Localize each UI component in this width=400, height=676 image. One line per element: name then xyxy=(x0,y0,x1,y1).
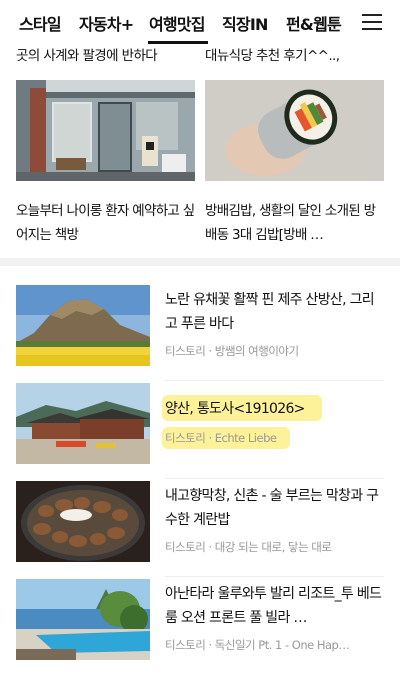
list-item[interactable]: 노란 유채꽃 활짝 핀 제주 산방산, 그리고 푸른 바다 티스토리 · 방쌤의… xyxy=(16,285,384,381)
top-nav: 스타일 자동차+ 여행맛집 직장IN 펀&웹툰 xyxy=(0,0,400,44)
item-title[interactable]: 양산, 통도사<191026> xyxy=(165,397,383,421)
item-source: 티스토리 · Echte Liebe xyxy=(165,431,277,445)
section-separator xyxy=(0,258,400,266)
row-divider xyxy=(165,478,384,479)
gimbap-thumbnail[interactable] xyxy=(205,80,384,181)
makchang-thumbnail xyxy=(16,481,150,562)
list-item[interactable]: 내고향막창, 신촌 - 술 부르는 막창과 구수한 계란밥 티스토리 · 대강 … xyxy=(16,481,384,577)
sanbangsan-thumbnail xyxy=(16,285,150,366)
bali-resort-thumbnail xyxy=(16,579,150,660)
item-source: 티스토리 · 방쌤의 여행이야기 xyxy=(165,344,299,358)
tab-auto[interactable]: 자동차+ xyxy=(79,11,134,35)
tab-work[interactable]: 직장IN xyxy=(222,11,268,35)
item-source: 티스토리 · 대강 되는 대로, 닿는 대로 xyxy=(165,540,332,554)
tab-style[interactable]: 스타일 xyxy=(19,11,62,35)
bookshop-card-title[interactable]: 오늘부터 나이롱 환자 예약하고 싶어지는 책방 xyxy=(16,199,195,247)
tab-travel-food[interactable]: 여행맛집 xyxy=(149,11,205,35)
gimbap-card-title[interactable]: 방배김밥, 생활의 달인 소개된 방배동 3대 김밥[방배 … xyxy=(205,199,384,247)
item-title[interactable]: 내고향막창, 신촌 - 술 부르는 막창과 구수한 계란밥 xyxy=(165,484,383,532)
bookshop-thumbnail[interactable] xyxy=(16,80,195,181)
item-source: 티스토리 · 독신일기 Pt. 1 - One Hap… xyxy=(165,638,350,652)
tab-fun-webtoon[interactable]: 펀&웹툰 xyxy=(286,11,342,35)
hamburger-menu-icon[interactable] xyxy=(360,12,384,32)
row-divider xyxy=(165,380,384,381)
active-tab-indicator xyxy=(148,41,208,44)
item-title[interactable]: 아난타라 울루와투 발리 리조트_투 베드룸 오션 프론트 풀 빌라 … xyxy=(165,582,383,630)
list-item[interactable]: 양산, 통도사<191026> 티스토리 · Echte Liebe xyxy=(16,383,384,479)
item-title[interactable]: 노란 유채꽃 활짝 핀 제주 산방산, 그리고 푸른 바다 xyxy=(165,288,383,336)
previous-card-title-left[interactable]: 곳의 사계와 팔경에 반하다 xyxy=(16,45,196,67)
row-divider xyxy=(165,576,384,577)
list-item[interactable]: 아난타라 울루와투 발리 리조트_투 베드룸 오션 프론트 풀 빌라 … 티스토… xyxy=(16,579,384,675)
previous-card-title-right[interactable]: 대뉴식당 추천 후기^^.., xyxy=(205,45,385,67)
tongdosa-thumbnail xyxy=(16,383,150,464)
